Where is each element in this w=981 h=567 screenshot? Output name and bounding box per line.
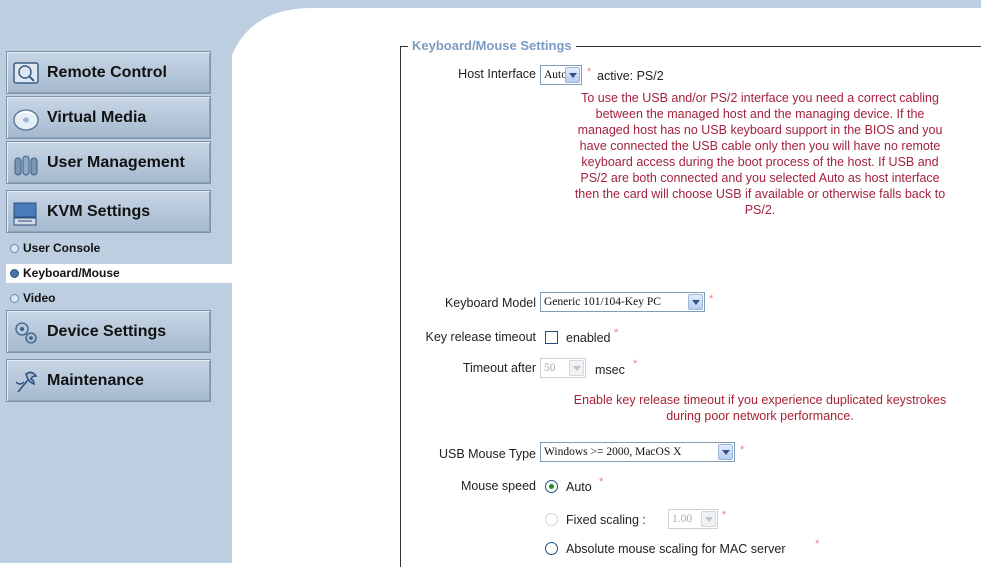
- key-release-note: Enable key release timeout if you experi…: [540, 392, 980, 424]
- header-band: [0, 0, 981, 8]
- usb-mouse-type-label: USB Mouse Type: [438, 447, 536, 461]
- sidebar-item-label: User Console: [23, 241, 101, 255]
- disc-icon: [13, 109, 39, 131]
- mouse-speed-absolute-radio[interactable]: [545, 542, 558, 555]
- mouse-speed-absolute-label: Absolute mouse scaling for MAC server: [566, 542, 786, 556]
- sidebar-item-label: Video: [23, 291, 56, 305]
- section-title: Keyboard/Mouse Settings: [408, 38, 576, 53]
- nav-user-management-button[interactable]: User Management: [6, 141, 211, 184]
- users-icon: [14, 155, 38, 176]
- note-line: then the card will choose USB if availab…: [574, 187, 946, 201]
- mouse-speed-fixed-radio[interactable]: [545, 513, 558, 526]
- note-line: keyboard access during the boot process …: [581, 155, 939, 169]
- sidebar-item-keyboard-mouse[interactable]: Keyboard/Mouse: [6, 264, 232, 283]
- gears-icon: [15, 322, 37, 344]
- bullet-icon: [10, 244, 19, 254]
- nav-remote-control-button[interactable]: Remote Control: [6, 51, 211, 94]
- host-interface-label: Host Interface: [458, 67, 536, 81]
- required-marker: *: [599, 476, 604, 488]
- sidebar-item-user-console[interactable]: User Console: [10, 239, 232, 258]
- nav-device-settings-label: Device Settings: [47, 323, 167, 340]
- required-marker: *: [740, 444, 745, 456]
- fixed-scaling-select[interactable]: 1.00: [668, 509, 718, 529]
- nav-remote-control-label: Remote Control: [47, 64, 167, 81]
- sidebar-item-label: Keyboard/Mouse: [23, 266, 120, 280]
- key-release-timeout-label: Key release timeout: [425, 330, 536, 344]
- nav-virtual-media-button[interactable]: Virtual Media: [6, 96, 211, 139]
- frame-curve: [232, 0, 312, 55]
- note-line: PS/2.: [744, 203, 776, 217]
- usb-mouse-type-value: Windows >= 2000, MacOS X: [544, 446, 682, 458]
- enabled-label: enabled: [566, 331, 611, 345]
- keyboard-model-label: Keyboard Model: [444, 296, 536, 310]
- msec-unit: msec: [595, 363, 625, 377]
- nav-device-settings-button[interactable]: Device Settings: [6, 310, 211, 353]
- host-interface-value: Auto: [544, 69, 567, 81]
- host-interface-note: To use the USB and/or PS/2 interface you…: [540, 90, 980, 218]
- chevron-down-icon[interactable]: [701, 511, 716, 527]
- mouse-speed-auto-radio[interactable]: [545, 480, 558, 493]
- keyboard-model-value: Generic 101/104-Key PC: [544, 296, 661, 308]
- chevron-down-icon[interactable]: [565, 67, 580, 83]
- nav-maintenance-label: Maintenance: [47, 372, 144, 389]
- note-line: managed host has no USB keyboard support…: [577, 123, 943, 137]
- mouse-speed-label: Mouse speed: [460, 479, 536, 493]
- bullet-icon: [10, 269, 19, 279]
- mouse-speed-fixed-label: Fixed scaling :: [566, 513, 646, 527]
- note-line: have connected the USB cable only then y…: [579, 139, 941, 153]
- note-line: during poor network performance.: [666, 409, 854, 423]
- chevron-down-icon[interactable]: [688, 294, 703, 310]
- key-release-timeout-checkbox[interactable]: [545, 331, 558, 344]
- nav-user-management-label: User Management: [47, 154, 185, 171]
- chevron-down-icon[interactable]: [718, 444, 733, 460]
- chevron-down-icon[interactable]: [569, 360, 584, 376]
- timeout-after-select[interactable]: 50: [540, 358, 586, 378]
- keyboard-icon: [13, 202, 37, 226]
- bullet-icon: [10, 294, 19, 304]
- keyboard-model-select[interactable]: Generic 101/104-Key PC: [540, 292, 705, 312]
- host-interface-select[interactable]: Auto: [540, 65, 582, 85]
- required-marker: *: [587, 66, 592, 78]
- note-line: between the managed host and the managin…: [595, 107, 925, 121]
- required-marker: *: [722, 509, 727, 521]
- nav-virtual-media-label: Virtual Media: [47, 109, 147, 126]
- nav-kvm-settings-button[interactable]: KVM Settings: [6, 190, 211, 233]
- sidebar-item-video[interactable]: Video: [10, 289, 232, 308]
- required-marker: *: [614, 327, 619, 339]
- fixed-scaling-value: 1.00: [672, 513, 693, 525]
- mouse-speed-auto-label: Auto: [566, 480, 592, 494]
- usb-mouse-type-select[interactable]: Windows >= 2000, MacOS X: [540, 442, 735, 462]
- nav-maintenance-button[interactable]: Maintenance: [6, 359, 211, 402]
- active-interface-text: active: PS/2: [597, 69, 664, 83]
- nav-kvm-settings-label: KVM Settings: [47, 203, 151, 220]
- wrench-icon: [15, 371, 38, 393]
- required-marker: *: [709, 293, 714, 305]
- timeout-after-value: 50: [544, 362, 556, 374]
- note-line: To use the USB and/or PS/2 interface you…: [581, 91, 939, 105]
- timeout-after-label: Timeout after: [462, 361, 536, 375]
- note-line: Enable key release timeout if you experi…: [573, 393, 947, 407]
- note-line: PS/2 are both connected and you selected…: [580, 171, 940, 185]
- required-marker: *: [633, 358, 638, 370]
- required-marker: *: [815, 538, 820, 550]
- monitor-icon: [13, 62, 39, 84]
